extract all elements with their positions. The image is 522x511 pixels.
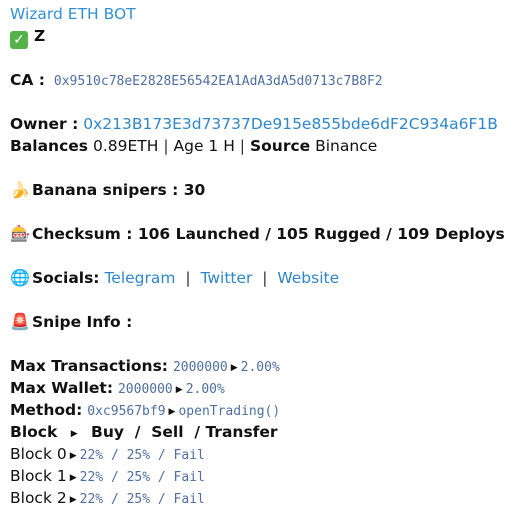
ca-address[interactable]: 0x9510c78eE2828E56542EA1AdA3dA5d0713c7B8… <box>54 74 383 89</box>
block-label: Block 0 <box>10 445 67 463</box>
block-header-buy: Buy <box>91 423 124 441</box>
balances-label: Balances <box>10 137 89 155</box>
owner-label: Owner : <box>10 115 79 133</box>
slot-machine-icon: 🎰 <box>10 224 30 243</box>
max-tx-row: Max Transactions: 2000000 ▶ 2.00% <box>10 355 518 377</box>
block-label: Block 1 <box>10 467 67 485</box>
ca-label: CA : <box>10 71 45 89</box>
max-tx-pct[interactable]: 2.00% <box>241 360 280 375</box>
method-fn[interactable]: openTrading() <box>178 404 280 419</box>
telegram-link[interactable]: Telegram <box>104 269 175 287</box>
bot-name-row: Wizard ETH BOT <box>10 3 518 25</box>
snipe-info-row: 🚨 Snipe Info : <box>10 311 518 333</box>
bot-message: Wizard ETH BOT ✓ Z CA : 0x9510c78eE2828E5… <box>10 3 518 509</box>
token-row: ✓ Z <box>10 25 518 49</box>
block-header-row: Block ▶ Buy / Sell / Transfer <box>10 423 278 441</box>
balances-value: 0.89ETH <box>92 137 159 155</box>
checksum-row: 🎰 Checksum : 106 Launched / 105 Rugged / … <box>10 223 518 245</box>
method-row: Method: 0xc9567bf9 ▶ openTrading() <box>10 399 518 421</box>
max-wallet-value[interactable]: 2000000 <box>118 382 173 397</box>
socials-row: 🌐 Socials: Telegram | Twitter | Website <box>10 268 340 287</box>
max-wallet-pct[interactable]: 2.00% <box>186 382 225 397</box>
triangle-right-icon: ▶ <box>175 385 183 395</box>
twitter-link[interactable]: Twitter <box>200 269 252 287</box>
block-label: Block 2 <box>10 489 67 507</box>
max-wallet-label: Max Wallet: <box>10 379 114 397</box>
bot-name[interactable]: Wizard ETH BOT <box>10 5 136 23</box>
triangle-right-icon: ▶ <box>70 429 78 439</box>
owner-address-link[interactable]: 0x213B173E3d73737De915e855bde6dF2C934a6F… <box>83 115 498 133</box>
age-value: Age 1 H <box>173 137 235 155</box>
block-value[interactable]: 22% / 25% / Fail <box>80 492 205 507</box>
banana-icon: 🍌 <box>10 180 30 199</box>
triangle-right-icon: ▶ <box>168 407 176 417</box>
block-header-sell: Sell <box>151 423 184 441</box>
block-row: Block 2 ▶ 22% / 25% / Fail <box>10 487 518 509</box>
snipe-info-label: Snipe Info : <box>32 313 133 331</box>
block-value[interactable]: 22% / 25% / Fail <box>80 470 205 485</box>
max-wallet-row: Max Wallet: 2000000 ▶ 2.00% <box>10 377 518 399</box>
balances-row: Balances 0.89ETH | Age 1 H | Source Bina… <box>10 137 378 155</box>
checksum-label: Checksum : 106 Launched / 105 Rugged / 1… <box>32 225 505 243</box>
siren-icon: 🚨 <box>10 312 30 331</box>
block-value[interactable]: 22% / 25% / Fail <box>80 448 205 463</box>
triangle-right-icon: ▶ <box>230 363 238 373</box>
method-label: Method: <box>10 401 83 419</box>
method-value[interactable]: 0xc9567bf9 <box>87 404 165 419</box>
max-tx-value[interactable]: 2000000 <box>173 360 228 375</box>
website-link[interactable]: Website <box>277 269 339 287</box>
triangle-right-icon: ▶ <box>69 495 77 505</box>
block-row: Block 0 ▶ 22% / 25% / Fail <box>10 443 518 465</box>
globe-icon: 🌐 <box>10 268 30 287</box>
owner-row: Owner : 0x213B173E3d73737De915e855bde6dF… <box>10 113 518 135</box>
socials-label: Socials: <box>32 269 100 287</box>
source-label: Source <box>249 137 311 155</box>
check-mark-icon: ✓ <box>10 31 28 49</box>
block-header-block: Block <box>10 423 58 441</box>
block-row: Block 1 ▶ 22% / 25% / Fail <box>10 465 518 487</box>
banana-label: Banana snipers : 30 <box>32 181 206 199</box>
triangle-right-icon: ▶ <box>69 451 77 461</box>
max-tx-label: Max Transactions: <box>10 357 168 375</box>
ca-row: CA : 0x9510c78eE2828E56542EA1AdA3dA5d071… <box>10 69 518 91</box>
block-header-transfer: Transfer <box>205 423 278 441</box>
triangle-right-icon: ▶ <box>69 473 77 483</box>
token-name: Z <box>34 27 46 45</box>
source-value: Binance <box>315 137 378 155</box>
banana-row: 🍌 Banana snipers : 30 <box>10 179 518 201</box>
